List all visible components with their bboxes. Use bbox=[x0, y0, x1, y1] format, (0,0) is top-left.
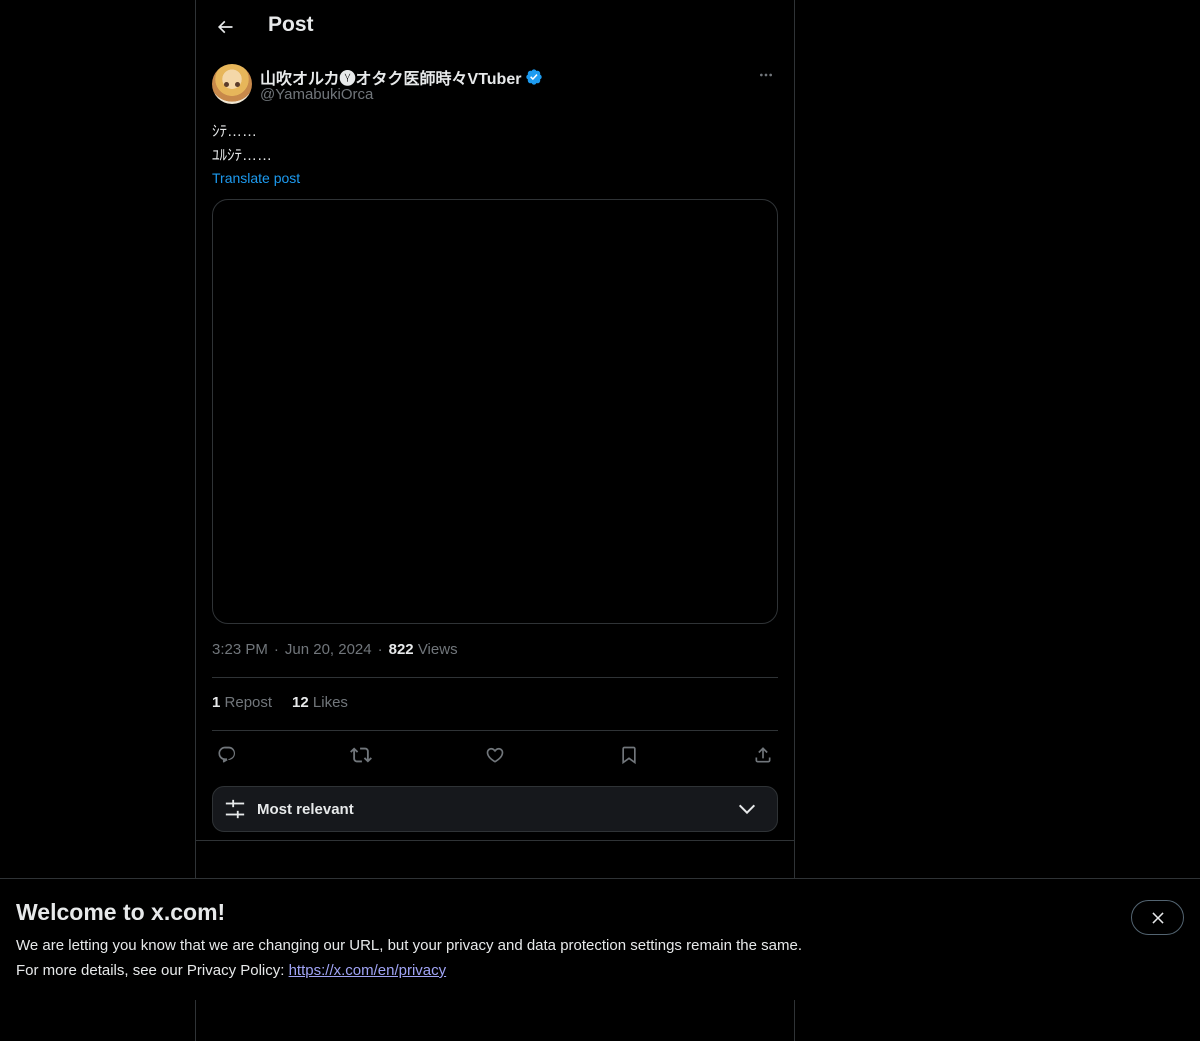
like-button[interactable] bbox=[480, 740, 510, 770]
post-text-line: ﾕﾙｼﾃ…… bbox=[212, 147, 273, 164]
post-text: ｼﾃ…… ﾕﾙｼﾃ…… bbox=[212, 120, 272, 168]
post-stats: 1 Repost 12 Likes bbox=[212, 694, 348, 711]
likes-label: Likes bbox=[312, 694, 348, 711]
divider bbox=[212, 730, 778, 731]
avatar[interactable] bbox=[212, 64, 252, 104]
post-text-line: ｼﾃ…… bbox=[212, 123, 258, 140]
more-horizontal-icon bbox=[758, 67, 774, 83]
heart-icon bbox=[485, 745, 505, 765]
share-icon bbox=[753, 745, 773, 765]
reposts-count: 1 bbox=[212, 694, 221, 711]
reposts-label: Repost bbox=[224, 694, 273, 711]
author-handle[interactable]: @YamabukiOrca bbox=[260, 86, 373, 103]
post-actions bbox=[212, 740, 778, 770]
divider bbox=[196, 840, 794, 841]
bookmark-button[interactable] bbox=[614, 740, 644, 770]
views-label: Views bbox=[417, 641, 458, 658]
bookmark-icon bbox=[619, 745, 639, 765]
divider bbox=[212, 677, 778, 678]
privacy-policy-link[interactable]: https://x.com/en/privacy bbox=[289, 962, 447, 979]
views-count-group: 822 Views bbox=[389, 641, 458, 658]
separator-dot: · bbox=[273, 641, 279, 658]
likes-stat[interactable]: 12 Likes bbox=[292, 694, 348, 711]
banner-title: Welcome to x.com! bbox=[16, 899, 226, 925]
more-button[interactable] bbox=[754, 64, 778, 86]
post-metadata: 3:23 PM · Jun 20, 2024 · 822 Views bbox=[212, 641, 458, 658]
back-button[interactable] bbox=[208, 10, 242, 44]
banner-message: We are letting you know that we are chan… bbox=[16, 937, 802, 954]
share-button[interactable] bbox=[748, 740, 778, 770]
chevron-down-icon bbox=[735, 797, 759, 821]
post-date[interactable]: Jun 20, 2024 bbox=[285, 641, 372, 658]
reposts-stat[interactable]: 1 Repost bbox=[212, 694, 272, 711]
translate-post-link[interactable]: Translate post bbox=[212, 170, 300, 186]
separator-dot: · bbox=[377, 641, 383, 658]
sort-replies-dropdown[interactable]: Most relevant bbox=[212, 786, 778, 832]
post-time[interactable]: 3:23 PM bbox=[212, 641, 268, 658]
url-change-banner: Welcome to x.com! We are letting you kno… bbox=[0, 878, 1200, 1000]
repost-button[interactable] bbox=[346, 740, 376, 770]
banner-privacy-prefix: For more details, see our Privacy Policy… bbox=[16, 962, 289, 979]
banner-close-button[interactable] bbox=[1131, 900, 1184, 935]
page-header: Post bbox=[196, 0, 794, 54]
reply-button[interactable] bbox=[212, 740, 242, 770]
close-icon bbox=[1149, 909, 1167, 927]
post-author: 山吹オルカ🅨オタク医師時々VTuber @YamabukiOrca bbox=[212, 64, 778, 108]
repost-icon bbox=[350, 744, 372, 766]
sort-label: Most relevant bbox=[257, 800, 354, 818]
likes-count: 12 bbox=[292, 694, 309, 711]
page-title: Post bbox=[268, 13, 314, 36]
banner-privacy-note: For more details, see our Privacy Policy… bbox=[16, 962, 446, 979]
arrow-left-icon bbox=[215, 17, 235, 37]
reply-icon bbox=[217, 745, 237, 765]
verified-badge-icon bbox=[525, 68, 543, 86]
post-media[interactable] bbox=[212, 199, 778, 624]
views-count: 822 bbox=[388, 641, 414, 658]
sliders-icon bbox=[223, 797, 247, 821]
